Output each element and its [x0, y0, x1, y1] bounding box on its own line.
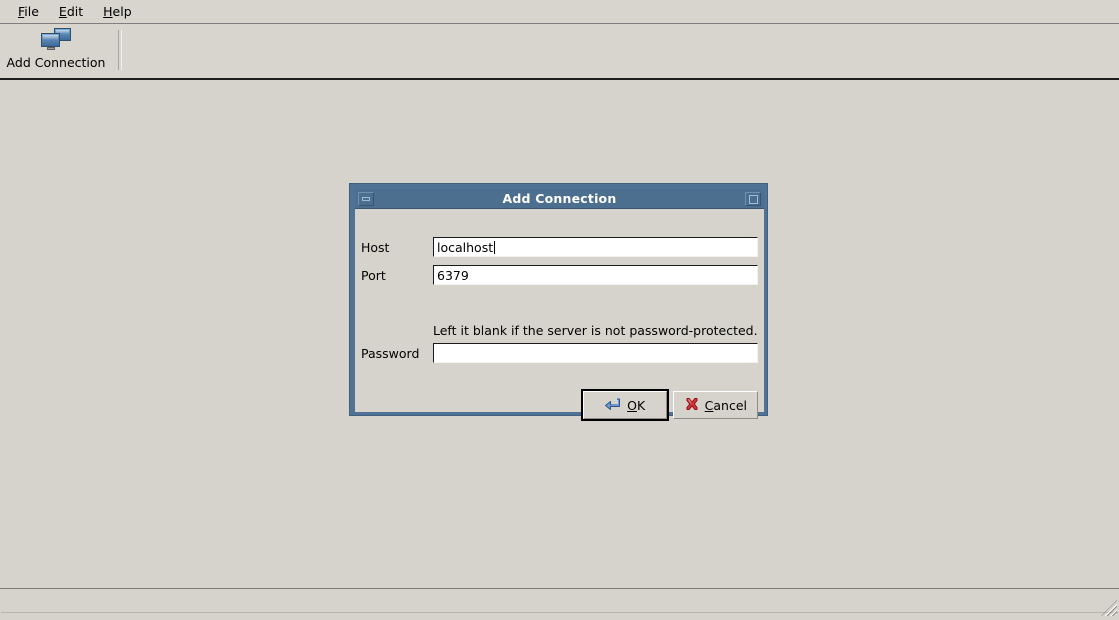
red-x-icon [684, 397, 700, 413]
add-connection-label: Add Connection [6, 55, 106, 70]
dialog-button-row: OK Cancel [580, 389, 758, 421]
host-input[interactable]: localhost [433, 237, 758, 257]
minimize-button[interactable] [358, 191, 374, 206]
text-caret [494, 240, 496, 254]
toolbar: Add Connection [0, 24, 1119, 80]
toolbar-separator [118, 30, 122, 70]
password-input[interactable] [433, 343, 758, 363]
menu-item-edit[interactable]: Edit [49, 2, 93, 22]
dialog-title: Add Connection [502, 191, 617, 206]
ok-label: OK [627, 398, 645, 413]
ok-mnemonic: O [627, 397, 637, 413]
port-label: Port [361, 267, 386, 283]
status-bar-text [1, 590, 1118, 613]
menu-item-file[interactable]: File [8, 2, 49, 22]
status-bar [0, 588, 1119, 620]
host-row: Host localhost [361, 237, 758, 257]
menu-bar: File Edit Help [0, 0, 1119, 24]
two-monitors-icon [41, 27, 71, 51]
dialog-body: Host localhost Port 6379 Left it blank i… [355, 209, 764, 421]
maximize-button[interactable] [745, 191, 761, 206]
port-input-value: 6379 [437, 267, 469, 283]
add-connection-dialog: Add Connection Host localhost Port 6379 … [349, 183, 768, 421]
menu-edit-mnemonic: E [58, 3, 67, 19]
password-row: Password [361, 343, 758, 363]
menu-help-mnemonic: H [103, 3, 113, 19]
dialog-inner-frame: Add Connection Host localhost Port 6379 … [355, 189, 764, 421]
menu-file-rest: ile [24, 3, 39, 19]
password-hint: Left it blank if the server is not passw… [433, 323, 758, 338]
enter-arrow-icon [604, 397, 622, 413]
dialog-title-bar[interactable]: Add Connection [355, 189, 764, 209]
menu-edit-rest: dit [66, 3, 84, 19]
cancel-button[interactable]: Cancel [672, 391, 758, 419]
minimize-icon [362, 196, 370, 201]
maximize-icon [749, 194, 758, 204]
host-input-value: localhost [437, 239, 494, 255]
cancel-label: Cancel [705, 398, 747, 413]
ok-rest: K [636, 397, 646, 413]
menu-item-help[interactable]: Help [93, 2, 142, 22]
port-row: Port 6379 [361, 265, 758, 285]
cancel-rest: ancel [713, 397, 747, 413]
host-label: Host [361, 239, 390, 255]
password-label: Password [361, 345, 420, 361]
add-connection-button[interactable]: Add Connection [0, 24, 112, 78]
port-input[interactable]: 6379 [433, 265, 758, 285]
menu-help-rest: elp [112, 3, 132, 19]
ok-button[interactable]: OK [580, 389, 669, 421]
